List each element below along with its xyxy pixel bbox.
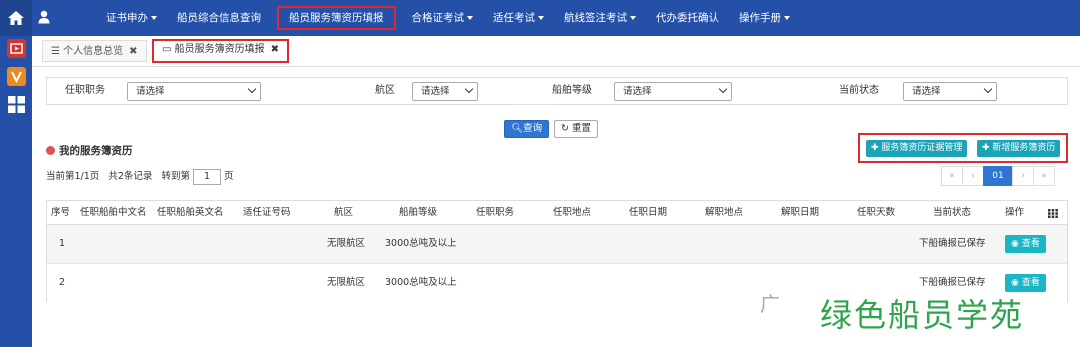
table-row: 1 无限航区 3000总吨及以上 下船确报已保存 ◉ 查看 (47, 225, 1067, 264)
paging-info: 当前第1/1页 共2条记录 转到第 1 页 (46, 168, 234, 185)
query-button[interactable]: 🔍︎查询 (504, 120, 550, 138)
video-icon[interactable] (7, 39, 26, 58)
goto-page-input[interactable]: 1 (192, 168, 221, 185)
chevron-down-icon (467, 16, 473, 20)
nav-cert-apply[interactable]: 证书申办 (96, 6, 167, 30)
next-page-button[interactable]: › (1012, 166, 1034, 186)
filter-bar: 任职职务 请选择 航区 请选择 船舶等级 请选择 当前状态 请选择 (46, 77, 1068, 105)
col-days: 任职天数 (857, 207, 896, 218)
card-icon: ▭ (162, 44, 172, 55)
action-button-group: ✚ 服务簿资历证据管理 ✚ 新增服务簿资历 (858, 133, 1068, 163)
status-label: 当前状态 (839, 85, 879, 96)
chevron-down-icon (784, 16, 790, 20)
chevron-down-icon (151, 16, 157, 20)
chevron-down-icon (538, 16, 544, 20)
v-logo-icon[interactable] (7, 67, 26, 86)
first-page-button[interactable]: « (941, 166, 963, 186)
close-icon[interactable]: ✖ (271, 44, 279, 55)
col-grade: 船舶等级 (399, 207, 438, 218)
last-page-button[interactable]: » (1033, 166, 1055, 186)
cell-area: 无限航区 (327, 277, 366, 288)
left-rail (0, 36, 32, 347)
col-post-place: 任职地点 (553, 207, 592, 218)
col-ship-cn: 任职船舶中文名 (80, 207, 147, 218)
eye-icon: ◉ (1011, 239, 1022, 249)
view-button[interactable]: ◉ 查看 (1005, 235, 1046, 253)
col-leave-place: 解职地点 (705, 207, 744, 218)
grade-label: 船舶等级 (552, 85, 592, 96)
column-settings-icon[interactable] (1048, 209, 1058, 218)
close-icon[interactable]: ✖ (129, 46, 137, 57)
chevron-down-icon (630, 16, 636, 20)
nav-competency-exam[interactable]: 适任考试 (483, 6, 554, 30)
nav-qualification-exam[interactable]: 合格证考试 (402, 6, 484, 30)
table-header: 序号 任职船舶中文名 任职船舶英文名 适任证号码 航区 船舶等级 任职职务 任职… (47, 201, 1067, 225)
plus-icon: ✚ (871, 143, 882, 153)
col-action: 操作 (1005, 207, 1025, 218)
record-icon (46, 146, 55, 155)
col-cert-no: 适任证号码 (243, 207, 291, 218)
section-title: 我的服务簿资历 (46, 143, 133, 158)
chevron-down-icon (718, 84, 728, 94)
nav-menu: 证书申办 船员综合信息查询 船员服务簿资历填报 合格证考试 适任考试 航线签注考… (96, 0, 800, 36)
watermark-grey: 广 (760, 292, 780, 316)
nav-proxy-confirm[interactable]: 代办委托确认 (646, 6, 729, 30)
col-area: 航区 (334, 207, 354, 218)
search-icon: 🔍︎ (511, 123, 524, 134)
chevron-down-icon (464, 84, 474, 94)
cell-index: 1 (59, 238, 66, 249)
nav-crew-info-query[interactable]: 船员综合信息查询 (167, 6, 271, 30)
position-select[interactable]: 请选择 (127, 82, 261, 101)
service-record-table: 序号 任职船舶中文名 任职船舶英文名 适任证号码 航区 船舶等级 任职职务 任职… (46, 200, 1068, 303)
nav-route-endorsement-exam[interactable]: 航线签注考试 (554, 6, 646, 30)
user-icon[interactable] (38, 10, 50, 24)
nav-manual[interactable]: 操作手册 (729, 6, 800, 30)
cell-grade: 3000总吨及以上 (385, 238, 457, 249)
nav-service-book[interactable]: 船员服务簿资历填报 (277, 6, 396, 30)
tab-personal-overview[interactable]: ☰ 个人信息总览 ✖ (42, 40, 147, 62)
chevron-down-icon (983, 84, 993, 94)
refresh-icon: ↻ (561, 123, 572, 134)
top-navbar: 证书申办 船员综合信息查询 船员服务簿资历填报 合格证考试 适任考试 航线签注考… (0, 0, 1080, 36)
cell-status: 下船确报已保存 (919, 238, 986, 249)
col-leave-date: 解职日期 (781, 207, 820, 218)
grade-select[interactable]: 请选择 (614, 82, 732, 101)
pagination: « ‹ 01 › » (941, 166, 1055, 186)
home-icon[interactable] (0, 0, 32, 36)
grid-apps-icon[interactable] (7, 95, 26, 114)
chevron-down-icon (247, 84, 257, 94)
cell-area: 无限航区 (327, 238, 366, 249)
col-index: 序号 (51, 207, 71, 218)
area-select[interactable]: 请选择 (412, 82, 478, 101)
tab-service-book[interactable]: ▭ 船员服务簿资历填报 ✖ (152, 39, 290, 63)
plus-icon: ✚ (982, 143, 993, 153)
position-label: 任职职务 (65, 85, 105, 96)
status-select[interactable]: 请选择 (903, 82, 997, 101)
eye-icon: ◉ (1011, 278, 1022, 288)
cell-index: 2 (59, 277, 66, 288)
add-record-button[interactable]: ✚ 新增服务簿资历 (977, 140, 1061, 157)
cell-grade: 3000总吨及以上 (385, 277, 457, 288)
reset-button[interactable]: ↻ 重置 (554, 120, 598, 138)
tab-bar: ☰ 个人信息总览 ✖ ▭ 船员服务簿资历填报 ✖ (32, 36, 1080, 67)
col-ship-en: 任职船舶英文名 (157, 207, 224, 218)
watermark-text: 绿色船员学苑 (820, 296, 1025, 334)
cert-manage-button[interactable]: ✚ 服务簿资历证据管理 (866, 140, 968, 157)
prev-page-button[interactable]: ‹ (962, 166, 984, 186)
list-icon: ☰ (51, 46, 60, 57)
current-page-button[interactable]: 01 (983, 166, 1013, 186)
col-post-date: 任职日期 (629, 207, 668, 218)
col-position: 任职职务 (476, 207, 515, 218)
col-status: 当前状态 (933, 207, 972, 218)
area-label: 航区 (375, 85, 395, 96)
